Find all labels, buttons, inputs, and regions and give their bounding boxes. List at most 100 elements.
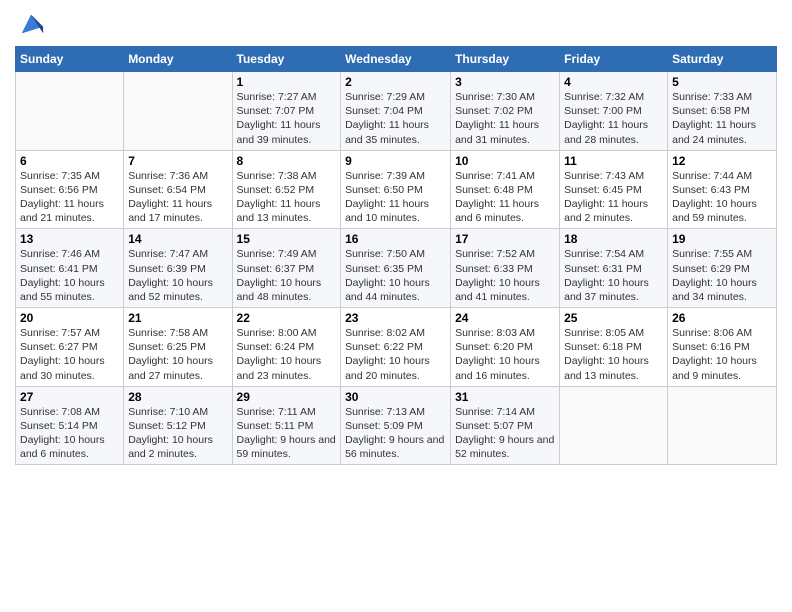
day-detail: Sunrise: 7:30 AM Sunset: 7:02 PM Dayligh… xyxy=(455,90,555,147)
col-header-wednesday: Wednesday xyxy=(341,47,451,72)
day-number: 18 xyxy=(564,232,663,246)
day-number: 27 xyxy=(20,390,119,404)
day-cell: 16Sunrise: 7:50 AM Sunset: 6:35 PM Dayli… xyxy=(341,229,451,308)
week-row-2: 6Sunrise: 7:35 AM Sunset: 6:56 PM Daylig… xyxy=(16,150,777,229)
day-number: 7 xyxy=(128,154,227,168)
day-cell: 8Sunrise: 7:38 AM Sunset: 6:52 PM Daylig… xyxy=(232,150,341,229)
day-detail: Sunrise: 7:10 AM Sunset: 5:12 PM Dayligh… xyxy=(128,405,227,462)
day-cell: 21Sunrise: 7:58 AM Sunset: 6:25 PM Dayli… xyxy=(124,308,232,387)
day-number: 5 xyxy=(672,75,772,89)
col-header-thursday: Thursday xyxy=(451,47,560,72)
day-number: 22 xyxy=(237,311,337,325)
day-cell: 27Sunrise: 7:08 AM Sunset: 5:14 PM Dayli… xyxy=(16,386,124,465)
day-cell: 5Sunrise: 7:33 AM Sunset: 6:58 PM Daylig… xyxy=(668,72,777,151)
day-detail: Sunrise: 8:06 AM Sunset: 6:16 PM Dayligh… xyxy=(672,326,772,383)
col-header-sunday: Sunday xyxy=(16,47,124,72)
day-detail: Sunrise: 7:46 AM Sunset: 6:41 PM Dayligh… xyxy=(20,247,119,304)
day-number: 12 xyxy=(672,154,772,168)
day-number: 9 xyxy=(345,154,446,168)
day-cell: 29Sunrise: 7:11 AM Sunset: 5:11 PM Dayli… xyxy=(232,386,341,465)
day-detail: Sunrise: 7:29 AM Sunset: 7:04 PM Dayligh… xyxy=(345,90,446,147)
header-row: SundayMondayTuesdayWednesdayThursdayFrid… xyxy=(16,47,777,72)
day-cell: 11Sunrise: 7:43 AM Sunset: 6:45 PM Dayli… xyxy=(560,150,668,229)
day-cell: 20Sunrise: 7:57 AM Sunset: 6:27 PM Dayli… xyxy=(16,308,124,387)
day-detail: Sunrise: 7:58 AM Sunset: 6:25 PM Dayligh… xyxy=(128,326,227,383)
day-cell: 3Sunrise: 7:30 AM Sunset: 7:02 PM Daylig… xyxy=(451,72,560,151)
day-number: 16 xyxy=(345,232,446,246)
day-cell: 7Sunrise: 7:36 AM Sunset: 6:54 PM Daylig… xyxy=(124,150,232,229)
day-cell: 30Sunrise: 7:13 AM Sunset: 5:09 PM Dayli… xyxy=(341,386,451,465)
day-number: 1 xyxy=(237,75,337,89)
day-number: 30 xyxy=(345,390,446,404)
day-number: 19 xyxy=(672,232,772,246)
day-detail: Sunrise: 7:38 AM Sunset: 6:52 PM Dayligh… xyxy=(237,169,337,226)
day-number: 15 xyxy=(237,232,337,246)
day-number: 24 xyxy=(455,311,555,325)
day-cell: 1Sunrise: 7:27 AM Sunset: 7:07 PM Daylig… xyxy=(232,72,341,151)
day-number: 20 xyxy=(20,311,119,325)
day-number: 28 xyxy=(128,390,227,404)
day-detail: Sunrise: 8:03 AM Sunset: 6:20 PM Dayligh… xyxy=(455,326,555,383)
main-container: SundayMondayTuesdayWednesdayThursdayFrid… xyxy=(0,0,792,475)
day-detail: Sunrise: 7:50 AM Sunset: 6:35 PM Dayligh… xyxy=(345,247,446,304)
day-cell: 10Sunrise: 7:41 AM Sunset: 6:48 PM Dayli… xyxy=(451,150,560,229)
day-number: 31 xyxy=(455,390,555,404)
day-detail: Sunrise: 8:05 AM Sunset: 6:18 PM Dayligh… xyxy=(564,326,663,383)
day-cell: 12Sunrise: 7:44 AM Sunset: 6:43 PM Dayli… xyxy=(668,150,777,229)
day-number: 4 xyxy=(564,75,663,89)
day-number: 6 xyxy=(20,154,119,168)
day-detail: Sunrise: 7:27 AM Sunset: 7:07 PM Dayligh… xyxy=(237,90,337,147)
day-number: 8 xyxy=(237,154,337,168)
col-header-friday: Friday xyxy=(560,47,668,72)
day-cell: 2Sunrise: 7:29 AM Sunset: 7:04 PM Daylig… xyxy=(341,72,451,151)
day-detail: Sunrise: 7:47 AM Sunset: 6:39 PM Dayligh… xyxy=(128,247,227,304)
day-detail: Sunrise: 7:55 AM Sunset: 6:29 PM Dayligh… xyxy=(672,247,772,304)
day-cell: 18Sunrise: 7:54 AM Sunset: 6:31 PM Dayli… xyxy=(560,229,668,308)
day-detail: Sunrise: 7:41 AM Sunset: 6:48 PM Dayligh… xyxy=(455,169,555,226)
day-detail: Sunrise: 7:33 AM Sunset: 6:58 PM Dayligh… xyxy=(672,90,772,147)
day-number: 26 xyxy=(672,311,772,325)
day-number: 2 xyxy=(345,75,446,89)
day-detail: Sunrise: 7:39 AM Sunset: 6:50 PM Dayligh… xyxy=(345,169,446,226)
day-detail: Sunrise: 7:44 AM Sunset: 6:43 PM Dayligh… xyxy=(672,169,772,226)
day-detail: Sunrise: 8:02 AM Sunset: 6:22 PM Dayligh… xyxy=(345,326,446,383)
day-cell xyxy=(124,72,232,151)
day-cell: 23Sunrise: 8:02 AM Sunset: 6:22 PM Dayli… xyxy=(341,308,451,387)
day-number: 14 xyxy=(128,232,227,246)
day-cell: 6Sunrise: 7:35 AM Sunset: 6:56 PM Daylig… xyxy=(16,150,124,229)
week-row-1: 1Sunrise: 7:27 AM Sunset: 7:07 PM Daylig… xyxy=(16,72,777,151)
day-cell xyxy=(668,386,777,465)
day-detail: Sunrise: 7:43 AM Sunset: 6:45 PM Dayligh… xyxy=(564,169,663,226)
day-cell: 14Sunrise: 7:47 AM Sunset: 6:39 PM Dayli… xyxy=(124,229,232,308)
day-cell: 15Sunrise: 7:49 AM Sunset: 6:37 PM Dayli… xyxy=(232,229,341,308)
day-cell: 19Sunrise: 7:55 AM Sunset: 6:29 PM Dayli… xyxy=(668,229,777,308)
day-detail: Sunrise: 7:08 AM Sunset: 5:14 PM Dayligh… xyxy=(20,405,119,462)
day-detail: Sunrise: 7:36 AM Sunset: 6:54 PM Dayligh… xyxy=(128,169,227,226)
week-row-3: 13Sunrise: 7:46 AM Sunset: 6:41 PM Dayli… xyxy=(16,229,777,308)
logo-icon xyxy=(17,10,45,38)
day-cell: 22Sunrise: 8:00 AM Sunset: 6:24 PM Dayli… xyxy=(232,308,341,387)
day-number: 23 xyxy=(345,311,446,325)
col-header-monday: Monday xyxy=(124,47,232,72)
day-number: 10 xyxy=(455,154,555,168)
week-row-5: 27Sunrise: 7:08 AM Sunset: 5:14 PM Dayli… xyxy=(16,386,777,465)
day-number: 13 xyxy=(20,232,119,246)
day-number: 21 xyxy=(128,311,227,325)
calendar-table: SundayMondayTuesdayWednesdayThursdayFrid… xyxy=(15,46,777,465)
col-header-saturday: Saturday xyxy=(668,47,777,72)
day-cell: 28Sunrise: 7:10 AM Sunset: 5:12 PM Dayli… xyxy=(124,386,232,465)
day-number: 17 xyxy=(455,232,555,246)
day-cell: 4Sunrise: 7:32 AM Sunset: 7:00 PM Daylig… xyxy=(560,72,668,151)
day-cell: 26Sunrise: 8:06 AM Sunset: 6:16 PM Dayli… xyxy=(668,308,777,387)
day-cell: 25Sunrise: 8:05 AM Sunset: 6:18 PM Dayli… xyxy=(560,308,668,387)
day-cell: 9Sunrise: 7:39 AM Sunset: 6:50 PM Daylig… xyxy=(341,150,451,229)
day-cell xyxy=(560,386,668,465)
logo xyxy=(15,10,45,38)
day-detail: Sunrise: 7:14 AM Sunset: 5:07 PM Dayligh… xyxy=(455,405,555,462)
day-cell: 31Sunrise: 7:14 AM Sunset: 5:07 PM Dayli… xyxy=(451,386,560,465)
day-cell: 13Sunrise: 7:46 AM Sunset: 6:41 PM Dayli… xyxy=(16,229,124,308)
day-cell xyxy=(16,72,124,151)
week-row-4: 20Sunrise: 7:57 AM Sunset: 6:27 PM Dayli… xyxy=(16,308,777,387)
header xyxy=(15,10,777,38)
day-detail: Sunrise: 7:13 AM Sunset: 5:09 PM Dayligh… xyxy=(345,405,446,462)
